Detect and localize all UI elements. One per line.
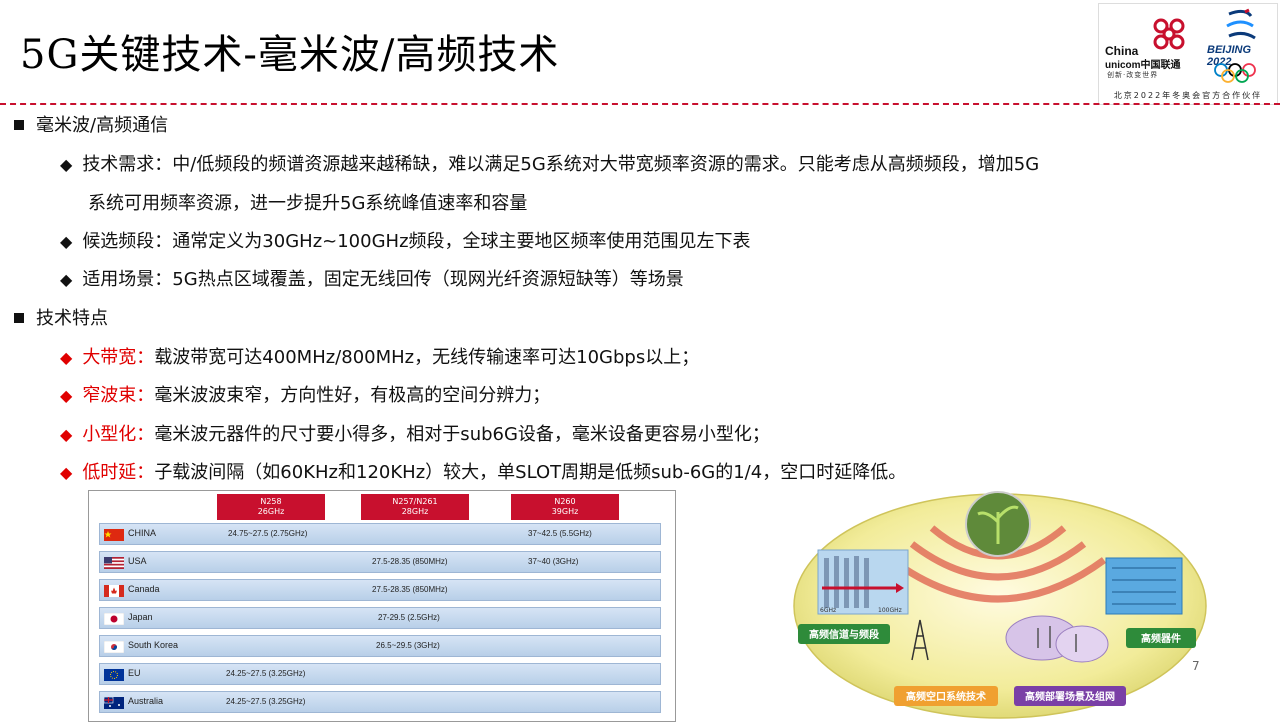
table-row: South Korea 26.5~29.5 (3GHz)	[99, 635, 661, 657]
bullet-candidate-band-text: 候选频段：通常定义为30GHz~100GHz频段，全球主要地区频率使用范围见左下…	[82, 231, 751, 252]
table-row: Canada 27.5-28.35 (850MHz)	[99, 579, 661, 601]
feature-miniaturization-text: 毫米波元器件的尺寸要小得多，相对于sub6G设备，毫米设备更容易小型化；	[154, 424, 770, 445]
cell-n257: 27.5-28.35 (850MHz)	[372, 557, 448, 566]
cell-n258: 24.25~27.5 (3.25GHz)	[226, 697, 306, 706]
header-freq: 28GHz	[401, 507, 429, 516]
header-band: N257/N261	[392, 497, 438, 506]
feature-bandwidth: ◆ 大带宽：载波带宽可达400MHz/800MHz，无线传输速率可达10Gbps以…	[60, 346, 699, 370]
cell-n260: 37~42.5 (5.5GHz)	[528, 529, 592, 538]
diamond-bullet-icon: ◆	[60, 386, 73, 405]
feature-low-latency-label: 低时延：	[82, 462, 155, 483]
cell-n260: 37~40 (3GHz)	[528, 557, 579, 566]
partner-logo: China unicom中国联通 创新·改变世界 BEIJING 2022 北京…	[1098, 3, 1278, 105]
cell-n258: 24.25~27.5 (3.25GHz)	[226, 669, 306, 678]
square-bullet-icon	[14, 120, 24, 130]
header-n257: N257/N261 28GHz	[361, 494, 469, 520]
diamond-bullet-icon: ◆	[60, 270, 73, 289]
china-flag-icon	[104, 529, 124, 541]
feature-low-latency: ◆ 低时延：子载波间隔（如60KHz和120KHz）较大，单SLOT周期是低频su…	[60, 461, 906, 485]
diamond-bullet-icon: ◆	[60, 232, 73, 251]
cell-n257: 26.5~29.5 (3GHz)	[376, 641, 440, 650]
diamond-bullet-icon: ◆	[60, 463, 73, 482]
mmwave-band-table: N258 26GHz N257/N261 28GHz N260 39GHz CH…	[88, 490, 676, 722]
header-band: N258	[260, 497, 282, 506]
feature-miniaturization-label: 小型化：	[82, 424, 155, 445]
axis-end-label: 100GHz	[878, 607, 902, 614]
axis-start-label: 6GHz	[820, 607, 836, 614]
header-freq: 26GHz	[257, 507, 285, 516]
bullet-scenario-text: 适用场景：5G热点区域覆盖，固定无线回传（现网光纤资源短缺等）等场景	[82, 269, 684, 290]
canada-flag-icon	[104, 585, 124, 597]
unicom-name-line2: unicom中国联通	[1105, 60, 1181, 71]
cell-n257: 27.5-28.35 (850MHz)	[372, 585, 448, 594]
cell-n257: 27-29.5 (2.5GHz)	[378, 613, 440, 622]
diamond-bullet-icon: ◆	[60, 155, 73, 174]
header-n258: N258 26GHz	[217, 494, 325, 520]
table-row: EU 24.25~27.5 (3.25GHz)	[99, 663, 661, 685]
slide-title: 5G关键技术-毫米波/高频技术	[20, 32, 560, 78]
unicom-slogan: 创新·改变世界	[1107, 71, 1159, 79]
country-name: Australia	[128, 696, 164, 706]
spectrum-chart-icon	[817, 549, 909, 615]
header-band: N260	[554, 497, 576, 506]
partner-tagline: 北京2022年冬奥会官方合作伙伴	[1113, 91, 1263, 100]
hf-tech-diagram: 6GHz 100GHz 高频信道与频段 高频器件 高频空口系统技术 高频部署场景…	[793, 491, 1207, 719]
bullet-scenario: ◆ 适用场景：5G热点区域覆盖，固定无线回传（现网光纤资源短缺等）等场景	[60, 268, 684, 292]
bullet-requirement: ◆ 技术需求：中/低频段的频谱资源越来越稀缺，难以满足5G系统对大带宽频率资源的需…	[60, 153, 1039, 177]
bullet-requirement-cont: 系统可用频率资源，进一步提升5G系统峰值速率和容量	[88, 193, 528, 214]
table-row: USA 27.5-28.35 (850MHz) 37~40 (3GHz)	[99, 551, 661, 573]
diamond-bullet-icon: ◆	[60, 348, 73, 367]
country-name: CHINA	[128, 528, 157, 538]
korea-flag-icon	[104, 641, 124, 653]
hf-device-icon	[1105, 557, 1183, 615]
feature-bandwidth-label: 大带宽：	[82, 347, 155, 368]
country-name: USA	[128, 556, 147, 566]
country-name: Canada	[128, 584, 160, 594]
header-n260: N260 39GHz	[511, 494, 619, 520]
feature-narrow-beam-text: 毫米波波束窄，方向性好，有极高的空间分辨力；	[154, 385, 551, 406]
section-features: 技术特点	[14, 307, 108, 331]
beijing-2022-emblem-icon	[1226, 8, 1256, 40]
label-deploy: 高频部署场景及组网	[1025, 690, 1115, 703]
feature-narrow-beam: ◆ 窄波束：毫米波波束窄，方向性好，有极高的空间分辨力；	[60, 384, 550, 408]
table-row: Japan 27-29.5 (2.5GHz)	[99, 607, 661, 629]
page-number: 7	[1192, 659, 1200, 673]
usa-flag-icon	[104, 557, 124, 569]
bullet-candidate-band: ◆ 候选频段：通常定义为30GHz~100GHz频段，全球主要地区频率使用范围见左…	[60, 230, 751, 254]
label-air: 高频空口系统技术	[906, 690, 986, 703]
japan-flag-icon	[104, 613, 124, 625]
table-row: CHINA 24.75~27.5 (2.75GHz) 37~42.5 (5.5G…	[99, 523, 661, 545]
table-row: Australia 24.25~27.5 (3.25GHz)	[99, 691, 661, 713]
title-divider	[0, 103, 1280, 105]
unicom-knot-icon	[1153, 18, 1185, 50]
feature-low-latency-text: 子载波间隔（如60KHz和120KHz）较大，单SLOT周期是低频sub-6G的…	[154, 462, 907, 483]
square-bullet-icon	[14, 313, 24, 323]
eu-flag-icon	[104, 669, 124, 681]
australia-flag-icon	[104, 697, 124, 709]
country-name: Japan	[128, 612, 153, 622]
country-name: EU	[128, 668, 141, 678]
section-features-label: 技术特点	[36, 308, 108, 329]
bullet-requirement-text: 技术需求：中/低频段的频谱资源越来越稀缺，难以满足5G系统对大带宽频率资源的需求…	[82, 154, 1040, 175]
section-mmwave-label: 毫米波/高频通信	[36, 115, 169, 136]
label-device: 高频器件	[1141, 632, 1181, 645]
header-freq: 39GHz	[551, 507, 579, 516]
diamond-bullet-icon: ◆	[60, 425, 73, 444]
cell-n258: 24.75~27.5 (2.75GHz)	[228, 529, 308, 538]
feature-miniaturization: ◆ 小型化：毫米波元器件的尺寸要小得多，相对于sub6G设备，毫米设备更容易小型化…	[60, 423, 770, 447]
feature-narrow-beam-label: 窄波束：	[82, 385, 155, 406]
section-mmwave: 毫米波/高频通信	[14, 114, 168, 138]
country-name: South Korea	[128, 640, 179, 650]
feature-bandwidth-text: 载波带宽可达400MHz/800MHz，无线传输速率可达10Gbps以上；	[154, 347, 700, 368]
label-channel: 高频信道与频段	[809, 628, 879, 641]
olympic-rings-icon	[1214, 63, 1256, 83]
